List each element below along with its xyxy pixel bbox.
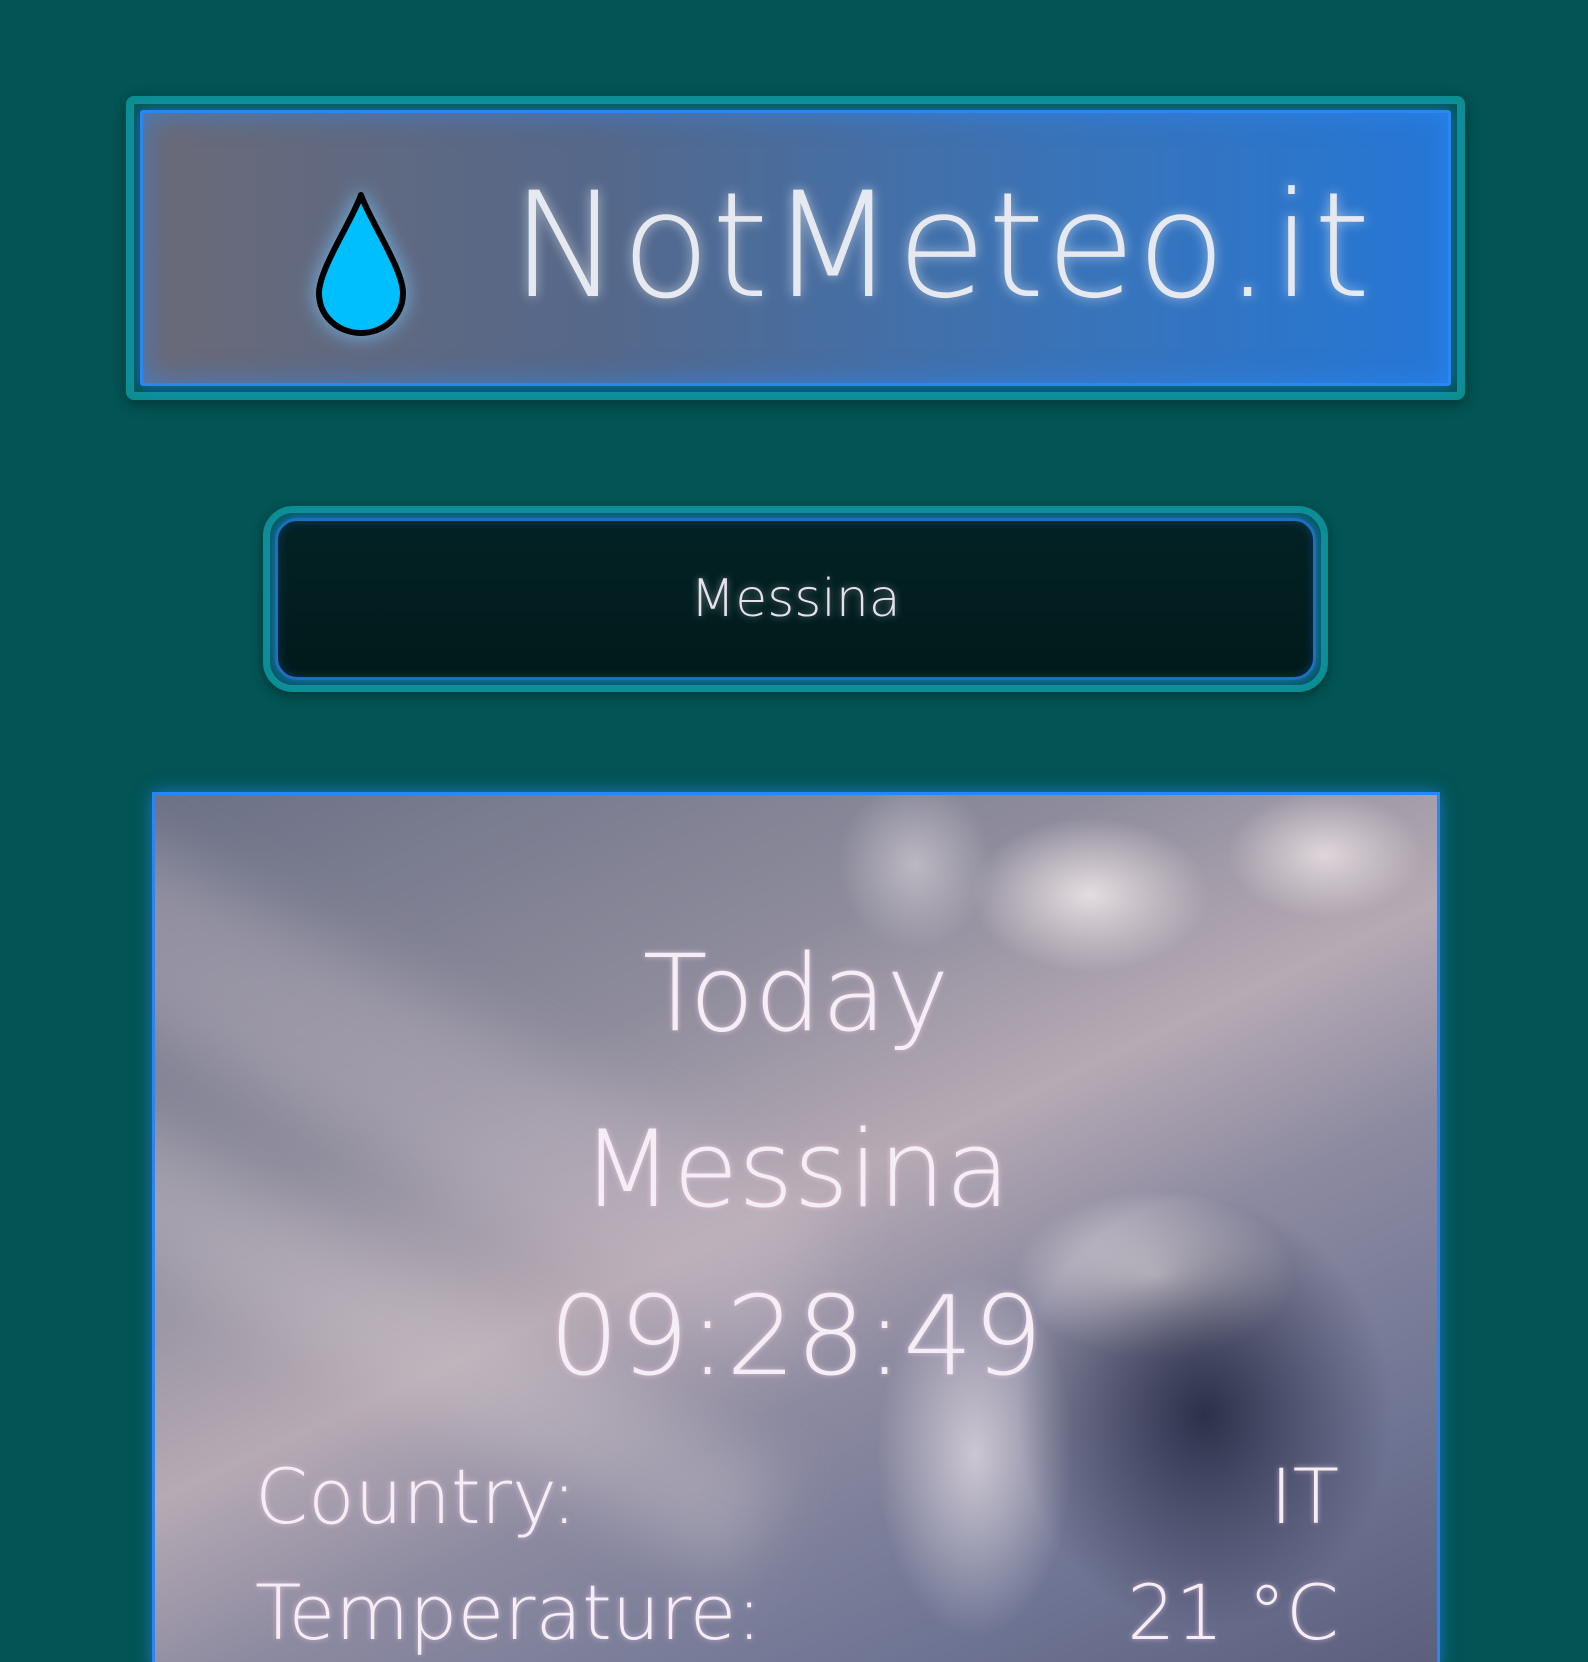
local-time: 09:28:49 — [548, 1272, 1044, 1400]
temperature-row: Temperature: 21 °C — [255, 1575, 1339, 1651]
country-label: Country: — [255, 1452, 577, 1541]
city-search-input[interactable] — [275, 518, 1316, 680]
city-name: Messina — [581, 1108, 1011, 1231]
brand-title[interactable]: NotMeteo.it — [511, 173, 1372, 319]
day-label: Today — [642, 932, 950, 1055]
water-drop-icon — [316, 192, 406, 336]
country-row: Country: IT — [255, 1459, 1339, 1535]
search-field-frame — [263, 506, 1328, 692]
page: NotMeteo.it Today Messina 09:28:49 Count… — [0, 0, 1588, 1662]
temperature-value: 21 °C — [1127, 1568, 1339, 1657]
site-header: NotMeteo.it — [126, 96, 1465, 400]
temperature-label: Temperature: — [255, 1568, 763, 1657]
weather-card: Today Messina 09:28:49 Country: IT Tempe… — [152, 792, 1440, 1662]
country-value: IT — [1270, 1452, 1339, 1541]
header-banner[interactable]: NotMeteo.it — [140, 110, 1451, 386]
